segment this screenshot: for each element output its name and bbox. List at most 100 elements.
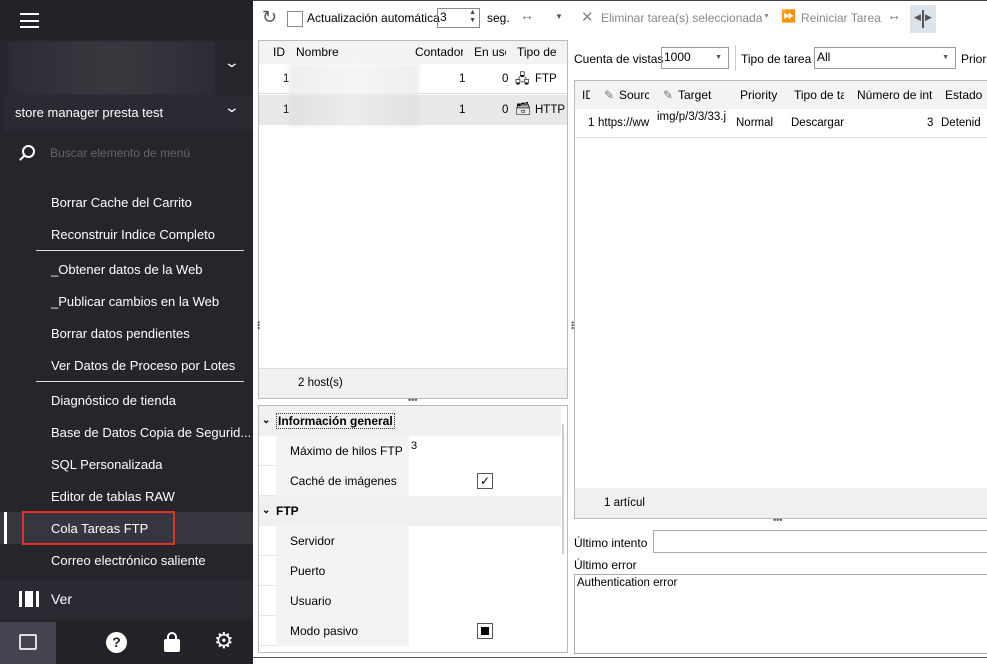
- menu-item-borrar-cache[interactable]: Borrar Cache del Carrito: [51, 195, 192, 210]
- highlight-box: [22, 511, 175, 545]
- dropdown-arrow-icon[interactable]: ▼: [555, 12, 563, 21]
- view-count-label: Cuenta de vistas: [574, 52, 664, 66]
- table-row[interactable]: 1 1 0 🖧 FTP: [259, 64, 567, 94]
- menu-item-reconstruir-indice[interactable]: Reconstruir Indice Completo: [51, 227, 215, 242]
- task-type-value: All: [817, 50, 831, 64]
- row-counter: 1: [459, 73, 466, 85]
- columns-layout-icon[interactable]: ↔: [520, 7, 534, 23]
- port-value[interactable]: [409, 556, 561, 586]
- server-value[interactable]: [409, 526, 561, 556]
- table-row[interactable]: 1 1 0 🗃 HTTP: [259, 95, 567, 125]
- menu-item-diagnostico[interactable]: Diagnóstico de tienda: [51, 393, 176, 408]
- property-server[interactable]: Servidor: [259, 526, 561, 556]
- last-error-textarea[interactable]: Authentication error: [574, 574, 987, 654]
- col-tipo[interactable]: Tipo de: [517, 41, 562, 64]
- col-nombre[interactable]: Nombre: [296, 41, 339, 64]
- lock-icon[interactable]: [164, 632, 180, 652]
- auto-update-checkbox[interactable]: [287, 11, 303, 27]
- passive-mode-checkbox[interactable]: [477, 623, 493, 639]
- view-count-select[interactable]: 1000 ▼: [661, 47, 729, 69]
- columns-icon: [19, 591, 39, 607]
- col-priority[interactable]: Priority: [740, 84, 777, 107]
- max-threads-value[interactable]: 3: [411, 440, 417, 452]
- col-en-uso[interactable]: En uso: [474, 41, 506, 64]
- auto-update-label: Actualización automática: [307, 11, 440, 25]
- seconds-label: seg.: [487, 11, 510, 25]
- category-general[interactable]: ⌄ Información general: [259, 406, 561, 436]
- col-attempts[interactable]: Número de int: [857, 84, 935, 107]
- col-id[interactable]: ID: [273, 41, 285, 64]
- pencil-icon: ✎: [663, 88, 674, 102]
- row-type: HTTP: [535, 104, 566, 116]
- menu-search-input[interactable]: Buscar elemento de menú: [50, 146, 190, 160]
- chevron-down-icon: ⌄: [262, 415, 271, 426]
- vertical-splitter[interactable]: •••: [254, 321, 263, 329]
- last-error-label: Último error: [574, 558, 637, 572]
- hamburger-menu-icon[interactable]: [20, 13, 39, 28]
- property-grid: ⌄ Información general Máximo de hilos FTP…: [258, 405, 568, 653]
- pencil-icon: ✎: [604, 88, 615, 102]
- split-view-button[interactable]: ◀ ▶: [910, 5, 936, 33]
- help-icon[interactable]: ?: [106, 632, 127, 653]
- ver-label: Ver: [51, 591, 73, 607]
- splitter-handle[interactable]: •••: [773, 515, 782, 525]
- toolbar: ↻ Actualización automática 3 ▲ ▼ seg. ↔ ▼ …: [253, 1, 987, 37]
- task-target: img/p/3/3/33.j: [657, 111, 727, 123]
- account-chevron-down-icon[interactable]: ⌄: [224, 54, 240, 71]
- store-chevron-down-icon: ⌄: [223, 99, 241, 115]
- col-source[interactable]: Source: [619, 84, 649, 107]
- table-row[interactable]: 1 https://ww img/p/3/3/33.j Normal Desca…: [575, 109, 987, 138]
- menu-item-ver-datos-lotes[interactable]: Ver Datos de Proceso por Lotes: [51, 358, 235, 373]
- menu-item-correo[interactable]: Correo electrónico saliente: [51, 553, 206, 568]
- task-source: https://ww: [598, 117, 650, 129]
- property-user[interactable]: Usuario: [259, 586, 561, 616]
- col-status[interactable]: Estado: [945, 84, 987, 107]
- menu-item-publicar-cambios[interactable]: _Publicar cambios en la Web: [51, 294, 219, 309]
- delete-dropdown-icon[interactable]: ▼: [763, 13, 770, 20]
- row-counter: 1: [459, 104, 466, 116]
- tasks-count: 1 artícul: [604, 497, 645, 509]
- last-attempt-field[interactable]: [653, 530, 987, 553]
- property-label: Servidor: [276, 526, 409, 556]
- menu-item-obtener-datos[interactable]: _Obtener datos de la Web: [51, 262, 203, 277]
- splitter-handle[interactable]: •••: [408, 395, 417, 405]
- col-task-type[interactable]: Tipo de ta: [794, 84, 844, 107]
- image-cache-checkbox[interactable]: ✓: [477, 473, 493, 489]
- gear-icon[interactable]: ⚙: [214, 628, 234, 654]
- menu-item-borrar-pendientes[interactable]: Borrar datos pendientes: [51, 326, 190, 341]
- restart-icon: ⏩: [781, 9, 796, 23]
- blurred-name: [289, 95, 419, 125]
- user-value[interactable]: [409, 586, 561, 616]
- interval-spinner[interactable]: 3 ▲ ▼: [437, 8, 480, 28]
- store-selector[interactable]: store manager presta test ⌄: [4, 95, 253, 131]
- task-type-select[interactable]: All ▼: [814, 47, 956, 69]
- col-id[interactable]: ID: [582, 84, 590, 107]
- category-ftp[interactable]: ⌄ FTP: [259, 496, 561, 526]
- menu-item-editor-raw[interactable]: Editor de tablas RAW: [51, 489, 175, 504]
- row-in-use: 0: [502, 104, 509, 116]
- interval-value: 3: [440, 10, 447, 24]
- category-ftp-title: FTP: [276, 504, 299, 518]
- delete-tasks-button[interactable]: Eliminar tarea(s) seleccionada: [601, 11, 762, 25]
- ver-section[interactable]: Ver: [0, 580, 253, 618]
- sidebar: ⌄ store manager presta test ⌄ Buscar ele…: [0, 0, 253, 664]
- scrollbar[interactable]: [562, 424, 564, 554]
- row-in-use: 0: [502, 73, 509, 85]
- menu-item-sql[interactable]: SQL Personalizada: [51, 457, 163, 472]
- delete-x-icon: ✕: [581, 9, 594, 26]
- store-icon-button[interactable]: [0, 622, 56, 664]
- property-passive[interactable]: Modo pasivo: [259, 616, 561, 646]
- menu-item-copia-seguridad[interactable]: Base de Datos Copia de Segurid...: [51, 425, 251, 440]
- vertical-splitter[interactable]: •••: [568, 321, 577, 329]
- col-contador[interactable]: Contador: [415, 41, 463, 64]
- main-area: ↻ Actualización automática 3 ▲ ▼ seg. ↔ ▼ …: [253, 0, 987, 665]
- property-max-threads[interactable]: Máximo de hilos FTP 3: [259, 436, 561, 466]
- refresh-icon[interactable]: ↻: [262, 7, 277, 28]
- restart-task-button[interactable]: Reiniciar Tarea: [801, 11, 881, 25]
- property-port[interactable]: Puerto: [259, 556, 561, 586]
- account-selector-blurred[interactable]: [8, 41, 215, 95]
- col-target[interactable]: Target: [678, 84, 728, 107]
- property-image-cache[interactable]: Caché de imágenes ✓: [259, 466, 561, 496]
- columns-layout-icon-2[interactable]: ↔: [887, 7, 901, 23]
- property-label: Caché de imágenes: [276, 466, 409, 496]
